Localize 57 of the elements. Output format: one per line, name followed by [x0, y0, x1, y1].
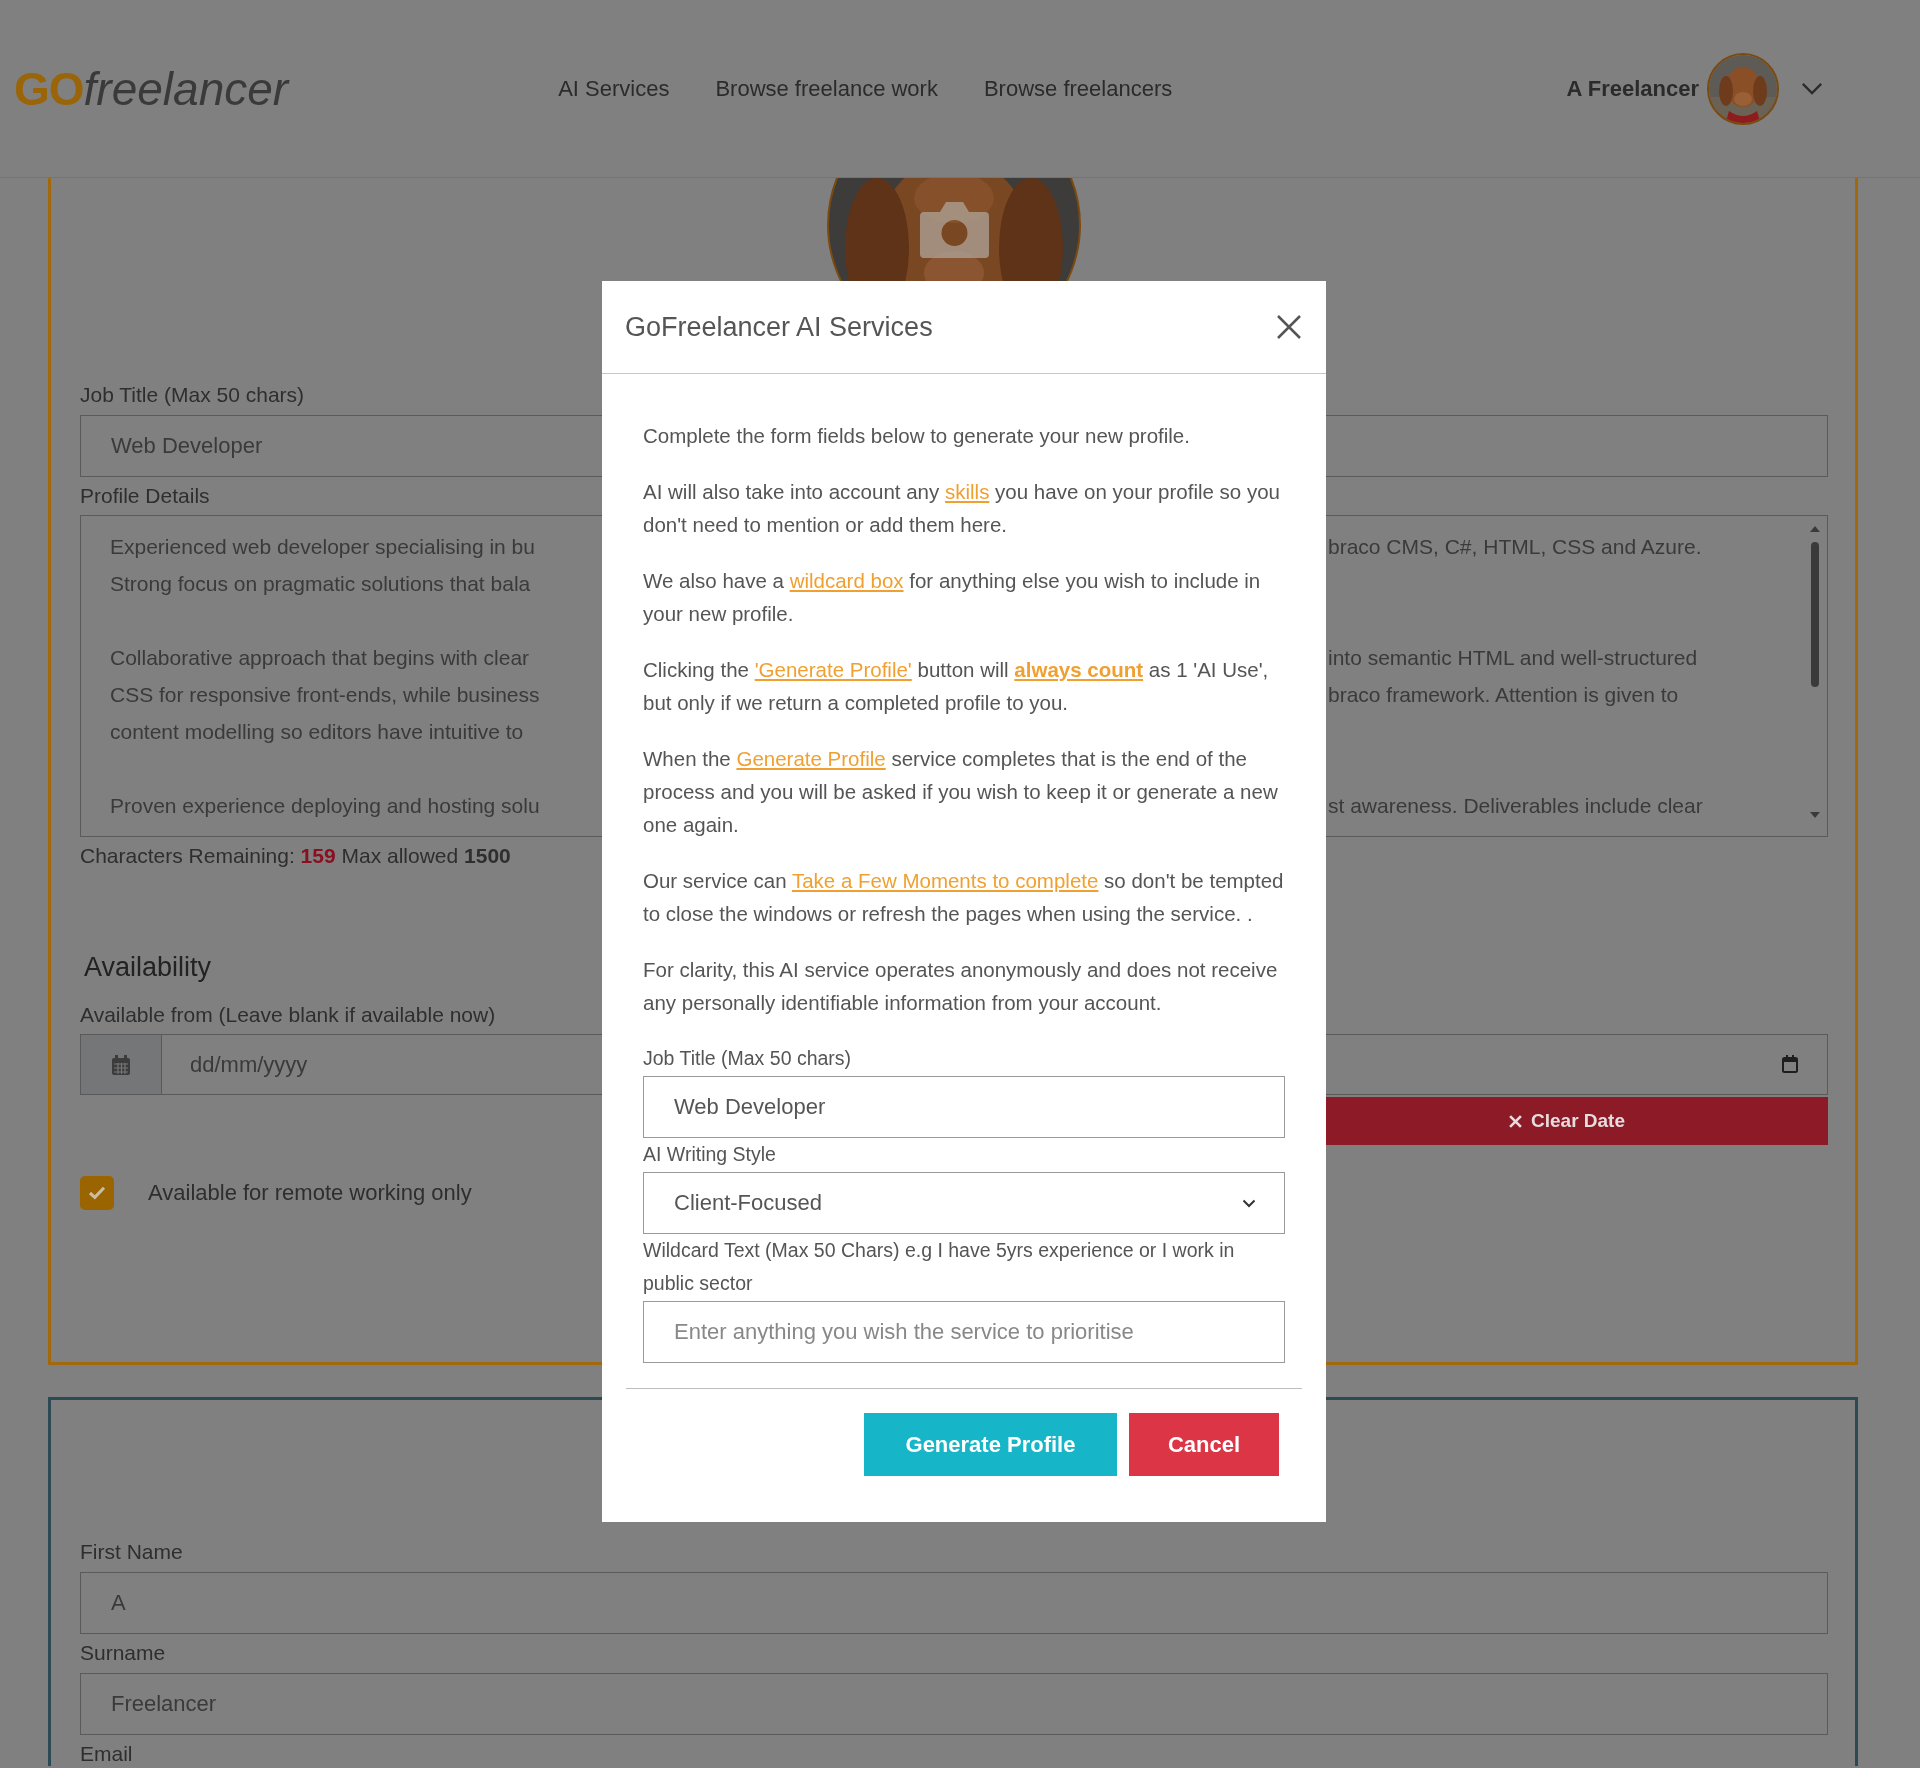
text-line: st awareness. Deliverables include clear — [1327, 793, 1703, 819]
calendar-icon[interactable] — [1782, 1055, 1798, 1073]
chevron-icon — [1242, 1198, 1256, 1208]
nav-link[interactable]: Browse freelancers — [983, 75, 1173, 102]
checkbox[interactable] — [80, 1176, 114, 1210]
section-heading: Availability — [84, 951, 212, 983]
generate-button[interactable]: Generate Profile — [864, 1413, 1117, 1476]
field-label: Job Title (Max 50 chars) — [643, 1046, 853, 1071]
close-icon — [1509, 1114, 1522, 1128]
calendar-icon — [111, 1053, 131, 1076]
link[interactable]: Generate Profile — [736, 747, 886, 770]
modal-paragraph: We also have a wildcard box for anything else you wish to include in your new profile. — [643, 568, 1262, 627]
link[interactable]: always count — [1014, 658, 1144, 681]
logo[interactable]: GOfreelancer — [14, 61, 289, 116]
chevron-icon[interactable] — [1801, 82, 1823, 95]
field-label: Available from (Leave blank if available now) — [80, 1003, 496, 1027]
link[interactable]: wildcard box — [789, 569, 904, 592]
input-field[interactable]: Web Developer — [643, 1076, 1285, 1138]
field-label: First Name — [80, 1540, 183, 1564]
link[interactable]: 'Generate Profile' — [754, 658, 912, 681]
modal-paragraph: For clarity, this AI service operates anonymously and does not receive any personally identifiable information from your account. — [643, 957, 1279, 1016]
user-name[interactable]: A Freelancer — [1566, 75, 1699, 102]
modal-paragraph: When the Generate Profile service completes that is the end of the process and you will be asked if you wish to keep it or generate a new one again. — [643, 746, 1279, 838]
text-line: content modelling so editors have intuitive to — [109, 719, 524, 745]
field-label: AI Writing Style — [643, 1142, 777, 1167]
link[interactable]: skills — [944, 480, 990, 503]
input-field[interactable]: A — [80, 1572, 1828, 1634]
nav-link[interactable]: AI Services — [558, 75, 670, 102]
field-label: Job Title (Max 50 chars) — [80, 383, 305, 407]
field-label: Email — [80, 1742, 133, 1766]
nav-link[interactable]: Browse freelance work — [715, 75, 938, 102]
close-icon[interactable] — [1276, 314, 1302, 340]
input-field[interactable]: Enter anything you wish the service to prioritise — [643, 1301, 1285, 1363]
field-label: Surname — [80, 1641, 166, 1665]
modal-paragraph: Clicking the 'Generate Profile' button will always count as 1 'AI Use', but only if we return a completed profile to you. — [643, 657, 1270, 716]
text-line: braco CMS, C#, HTML, CSS and Azure. — [1327, 534, 1702, 560]
check-icon — [88, 1186, 106, 1200]
text-line: into semantic HTML and well-structured — [1327, 645, 1698, 671]
checkbox-label: Available for remote working only — [148, 1180, 472, 1206]
character-count: Characters Remaining: 159 Max allowed 1500 — [80, 844, 511, 868]
text-line: braco framework. Attention is given to — [1327, 682, 1679, 708]
modal-title: GoFreelancer AI Services — [625, 311, 933, 343]
input-field[interactable]: Freelancer — [80, 1673, 1828, 1735]
text-line: Strong focus on pragmatic solutions that bala — [109, 571, 531, 597]
text-line: Proven experience deploying and hosting solu — [109, 793, 540, 819]
date-addon[interactable] — [80, 1034, 162, 1095]
text-line: Collaborative approach that begins with clear — [109, 645, 530, 671]
text-line: CSS for responsive front-ends, while business — [109, 682, 540, 708]
modal-paragraph: Complete the form fields below to generate your new profile. — [643, 423, 1191, 449]
link[interactable]: Take a Few Moments to complete — [791, 869, 1099, 892]
modal-paragraph: AI will also take into account any skills you have on your profile so you don't need to mention or add them here. — [643, 479, 1281, 538]
field-label: Profile Details — [80, 484, 210, 508]
text-line: Experienced web developer specialising in bu — [109, 534, 535, 560]
modal-paragraph: Our service can Take a Few Moments to complete so don't be tempted to close the windows or refresh the pages when using the service. . — [643, 868, 1285, 927]
field-label: Wildcard Text (Max 50 Chars) e.g I have 5yrs experience or I work in public sector — [643, 1238, 1236, 1296]
dropdown[interactable]: Client-Focused — [643, 1172, 1285, 1234]
cancel-button[interactable]: Cancel — [1129, 1413, 1279, 1476]
